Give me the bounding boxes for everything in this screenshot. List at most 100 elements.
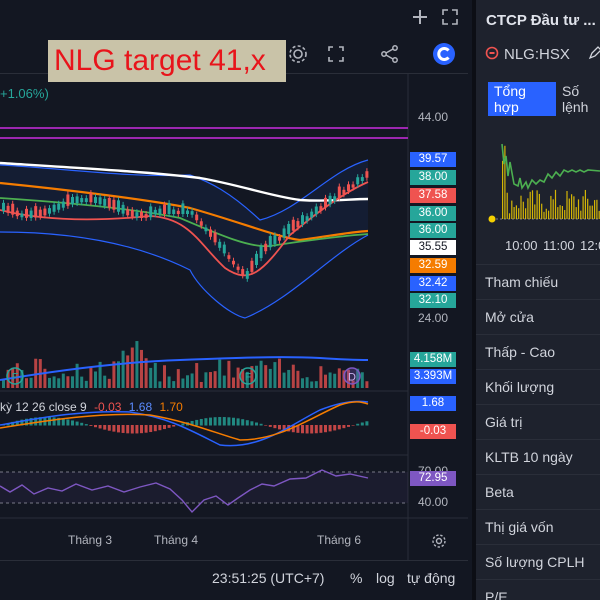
candle-body [328,195,332,205]
intraday-mini-chart [488,143,600,223]
stats-row[interactable]: Mở cửa [476,299,600,334]
stats-row[interactable]: Thấp - Cao [476,334,600,369]
candle-body [236,266,240,270]
volume-bar [167,376,171,388]
candle-body [324,197,327,208]
volume-bar [181,378,185,388]
volume-bar [310,381,314,388]
intraday-volume-bar [582,196,584,219]
log-toggle[interactable]: log [376,570,395,586]
volume-bar [264,365,268,388]
candle-body [43,208,47,216]
fullscreen-icon[interactable] [440,7,460,27]
stats-row[interactable]: P/E [476,579,600,600]
tab-orders-label-1: Số [562,83,580,99]
price-tag: 36.00 [410,206,456,221]
stats-row[interactable]: Thị giá vốn [476,509,600,544]
candle-body [227,255,231,259]
intraday-volume-bar [548,210,550,219]
candle-body [61,201,65,208]
macd-signal-value: 1.70 [159,400,183,414]
volume-bar [282,372,286,388]
volume-bar [80,376,84,388]
stats-row[interactable]: Khối lượng [476,369,600,404]
macd-bar [52,417,56,426]
volume-bar [43,368,47,388]
candle-body [204,227,208,232]
candle-body [34,206,38,218]
candle-body [71,197,74,205]
tab-summary[interactable]: Tổng hợp [488,82,556,116]
stats-row[interactable]: Beta [476,474,600,509]
stats-row[interactable]: Giá trị [476,404,600,439]
candle-body [121,204,125,214]
macd-params: kỳ 12 26 close 9 [0,400,87,414]
event-marker-d[interactable]: D [343,367,361,385]
edit-icon[interactable] [588,46,600,60]
volume-bar [75,363,79,388]
candle-body [25,208,28,218]
volume-bar [204,372,208,388]
volume-bar [301,378,304,388]
intraday-volume-bar [515,205,517,219]
tab-orders[interactable]: Số lệnh [556,82,600,116]
macd-bar [163,425,166,430]
candle-body [351,184,355,188]
rsi-axis-label: 40.00 [418,495,449,509]
macd-bar [66,419,70,426]
macd-bar [172,425,176,427]
volume-bar [186,375,189,388]
candle-body [144,214,148,218]
volume-bar [117,361,120,388]
price-tag: 4.158M [410,352,456,367]
brand-logo-icon[interactable] [432,42,456,66]
macd-bar [245,420,249,426]
candle-body [117,200,120,212]
chart-canvas[interactable]: F F D [0,74,468,560]
settings-icon[interactable] [431,533,447,549]
candle-body [2,202,5,211]
candle-body [333,196,337,201]
candle-body [360,177,364,182]
intraday-volume-bar [594,200,596,219]
volume-bar [121,350,125,388]
candle-body [278,236,281,241]
candle-body [48,208,51,214]
macd-bar [209,417,212,426]
candle-body [135,212,139,218]
gear-icon[interactable] [286,42,310,66]
macd-bar [75,421,79,426]
intraday-volume-bar [561,205,563,219]
intraday-volume-bar [568,198,570,219]
symbol-label[interactable]: NLG:HSX [504,46,570,63]
intraday-volume-bar [513,207,515,219]
volume-bar [71,376,74,388]
candle-body [186,210,189,214]
add-icon[interactable] [410,7,430,27]
chart-pane[interactable]: +1.06%) F F D NLG target 41,x 44.00 24.0… [0,0,468,600]
candle-body [140,211,143,218]
volume-bar [158,381,162,388]
volume-bar [66,376,70,388]
macd-bar [264,425,268,426]
macd-bar [333,425,337,431]
candle-body [209,229,212,237]
annotation-note: NLG target 41,x [48,40,286,82]
candle-body [149,206,153,218]
expand-icon[interactable] [324,42,348,66]
candle-body [89,193,93,203]
intraday-time-label: 11:00 [543,238,575,253]
volume-bar [319,366,323,388]
candle-body [52,204,56,212]
macd-bar [324,425,327,433]
candle-body [255,253,258,265]
stop-icon [485,46,499,60]
stats-row[interactable]: KLTB 10 ngày [476,439,600,474]
percent-toggle[interactable]: % [350,570,362,586]
share-icon[interactable] [378,42,402,66]
auto-scale-toggle[interactable]: tự động [407,570,455,586]
stats-row[interactable]: Tham chiếu [476,264,600,299]
candle-body [84,198,88,203]
macd-bar [153,425,157,432]
stats-row[interactable]: Số lượng CPLH [476,544,600,579]
